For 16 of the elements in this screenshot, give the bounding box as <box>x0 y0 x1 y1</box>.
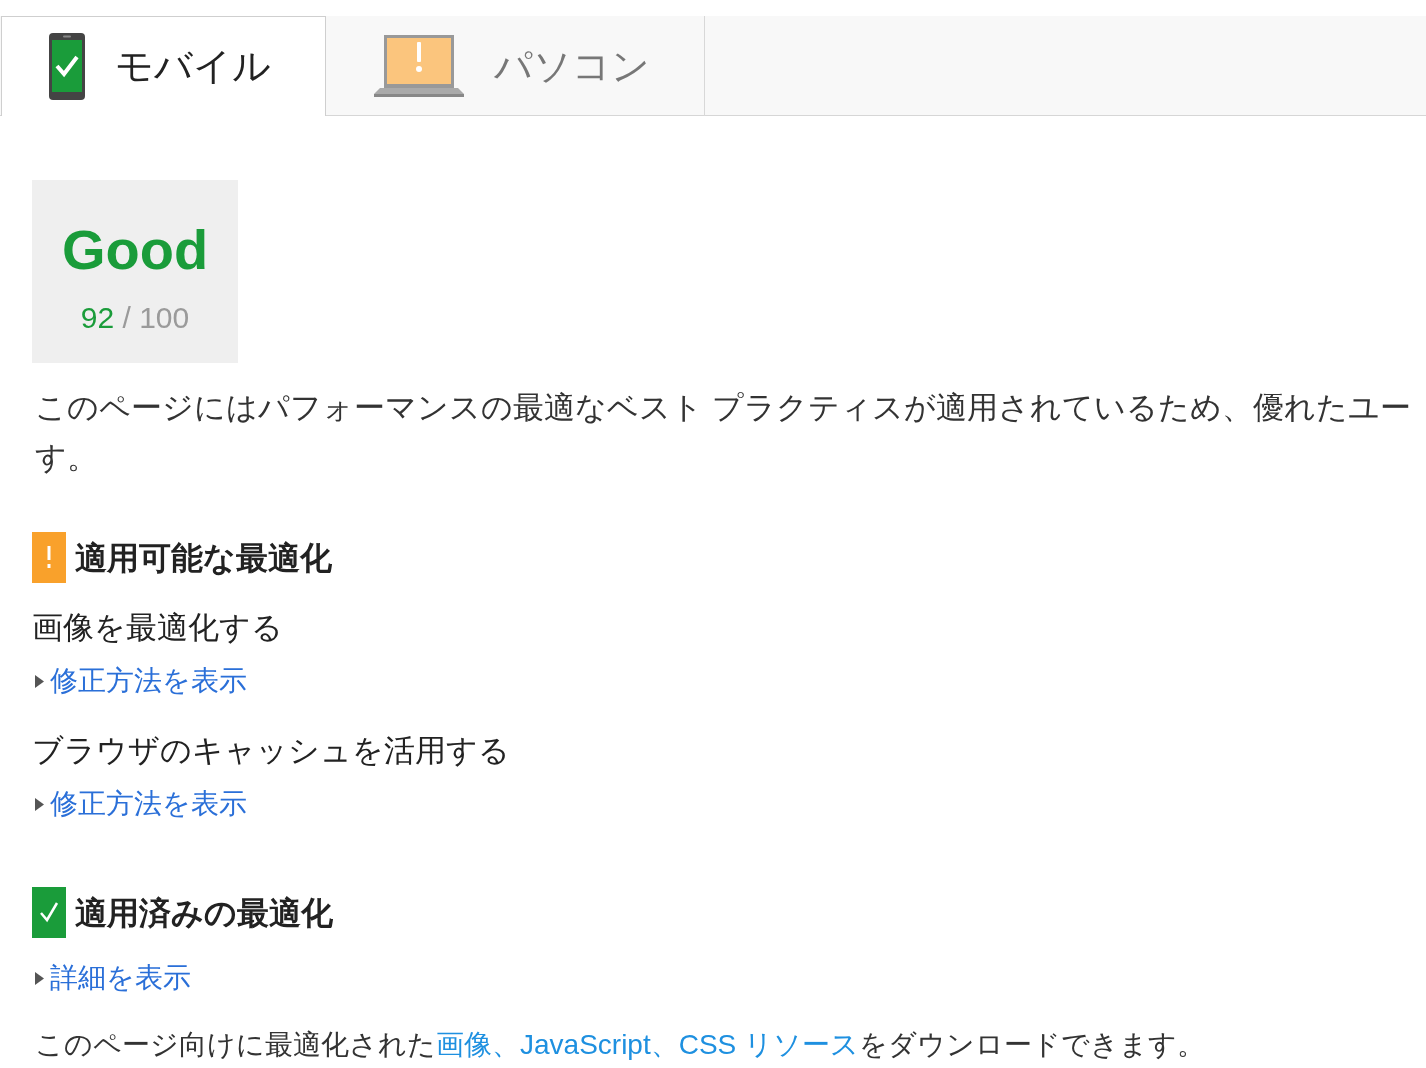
section-heading: 適用済みの最適化 <box>75 893 333 933</box>
resource-link[interactable]: 画像、JavaScript、CSS リソース <box>436 1029 860 1060</box>
toggle-link[interactable]: 詳細を表示 <box>35 958 191 998</box>
note-text: このページ向けに最適化された画像、JavaScript、CSS リソース をダウンロードできます。 <box>35 1028 1206 1062</box>
warning-icon <box>32 532 66 583</box>
rule-title: 画像を最適化する <box>32 609 283 647</box>
rating-label: Good <box>61 222 209 278</box>
score-text: 92 / 100 <box>80 302 190 334</box>
check-icon <box>32 887 66 938</box>
toggle-link[interactable]: 修正方法を表示 <box>35 784 247 824</box>
summary-text: このページにはパフォーマンスの最適なベスト プラクティスが適用されているため、優れたユー す。 <box>35 389 1411 477</box>
tab[interactable]: モバイル <box>1 16 326 116</box>
rule-title: ブラウザのキャッシュを活用する <box>32 732 510 770</box>
tab[interactable]: パソコン <box>326 16 705 116</box>
section-heading: 適用可能な最適化 <box>75 538 332 578</box>
toggle-link[interactable]: 修正方法を表示 <box>35 661 247 701</box>
